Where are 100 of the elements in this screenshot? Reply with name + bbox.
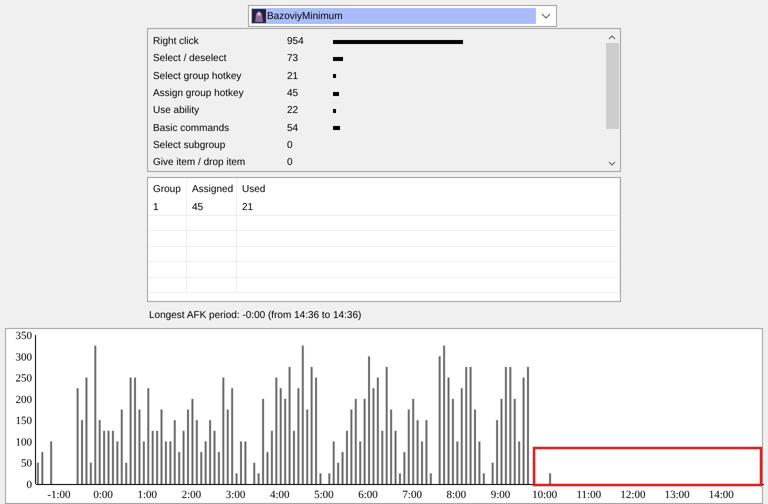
bar [518,441,520,484]
bar [332,441,335,484]
x-tick-label: 2:00 [182,489,202,501]
bar [41,452,44,484]
action-count: 45 [287,87,300,102]
bar [328,473,330,484]
bar [98,420,101,484]
bar [482,473,485,484]
bar [403,452,406,484]
bar [174,420,176,484]
bar [421,441,424,484]
bar [342,452,344,484]
y-tick-label: 300 [16,351,32,364]
action-count: 22 [287,104,300,118]
action-count: 73 [287,52,300,66]
bar [36,462,39,484]
bar [430,473,432,484]
bar [178,452,180,484]
x-tick-label: 9:00 [490,489,510,501]
column-header[interactable]: Group [148,178,187,200]
bar [478,441,480,484]
x-tick-label: 0:00 [93,489,113,501]
action-label: Select group hotkey [153,70,242,84]
bar [398,473,401,484]
y-tick-label: 200 [16,394,32,406]
bar [108,430,110,484]
x-tick-label: 5:00 [314,489,334,501]
bar [116,441,118,484]
table-cell-text: 21 [242,201,254,216]
bar [549,473,552,484]
bar [456,441,458,484]
x-tick-label: 3:00 [226,489,246,501]
bar [319,473,322,484]
y-tick-label: 350 [16,330,32,342]
bar [381,430,384,484]
scroll-thumb[interactable] [606,43,618,129]
count-bar [333,126,340,130]
action-count: 954 [287,35,305,50]
action-label: Assign group hotkey [153,87,245,102]
column-header[interactable]: Used [237,178,620,200]
count-bar [333,56,343,61]
x-tick-label: 13:00 [664,489,690,501]
action-label: Basic commands [153,122,230,136]
action-count: 0 [287,156,294,170]
bar [156,430,158,484]
count-bar [333,92,340,96]
bar [394,430,397,484]
bar [50,441,52,484]
x-tick-label: 11:00 [576,489,602,501]
action-count: 54 [287,122,300,136]
action-label: Give item / drop item [153,156,246,170]
y-tick-label: 150 [16,415,32,428]
scroll-up-icon [608,35,616,40]
bar [359,441,362,484]
x-tick-label: 14:00 [708,489,734,501]
count-bar [333,74,336,78]
bar [169,441,172,484]
action-label: Select subgroup [153,138,226,153]
bar [142,441,145,484]
y-tick-label: 50 [21,458,32,470]
bar [492,462,494,484]
x-tick-label: 7:00 [402,489,422,501]
table-cell-text: 1 [153,201,159,216]
bar [103,430,106,484]
bar [164,441,167,484]
bar [90,462,92,484]
y-tick-label: 0 [26,479,32,491]
player-name: BazoviyMinimum [267,10,343,24]
bar [152,430,154,484]
chevron-down-icon [541,13,551,19]
action-count: 0 [287,138,294,153]
x-tick-label: 12:00 [620,489,646,501]
x-tick-label: 1:00 [137,489,158,501]
bar [81,420,84,484]
x-tick-label: -1:00 [47,489,71,501]
action-label: Right click [153,35,200,50]
bar [425,420,428,484]
bar [196,420,198,484]
action-label: Use ability [153,104,200,118]
y-tick-label: 100 [16,436,32,448]
bar [346,430,348,484]
player-dropdown[interactable]: BazoviyMinimum [248,5,557,27]
action-label: Select / deselect [153,52,228,66]
x-tick-label: 4:00 [270,489,290,501]
action-count: 21 [287,70,300,84]
bar [292,430,295,484]
bar [416,420,419,484]
x-tick-label: 10:00 [532,489,558,501]
bar [258,473,260,484]
bar [209,420,212,484]
bar [496,420,498,484]
bar [266,452,268,484]
column-header[interactable]: Assigned [187,178,237,200]
bar [218,452,220,484]
scroll-down-icon [608,161,616,166]
bar [200,452,202,484]
bar [182,430,185,484]
x-tick-label: 6:00 [358,489,378,501]
bar [337,462,340,484]
y-tick-label: 250 [16,372,32,385]
